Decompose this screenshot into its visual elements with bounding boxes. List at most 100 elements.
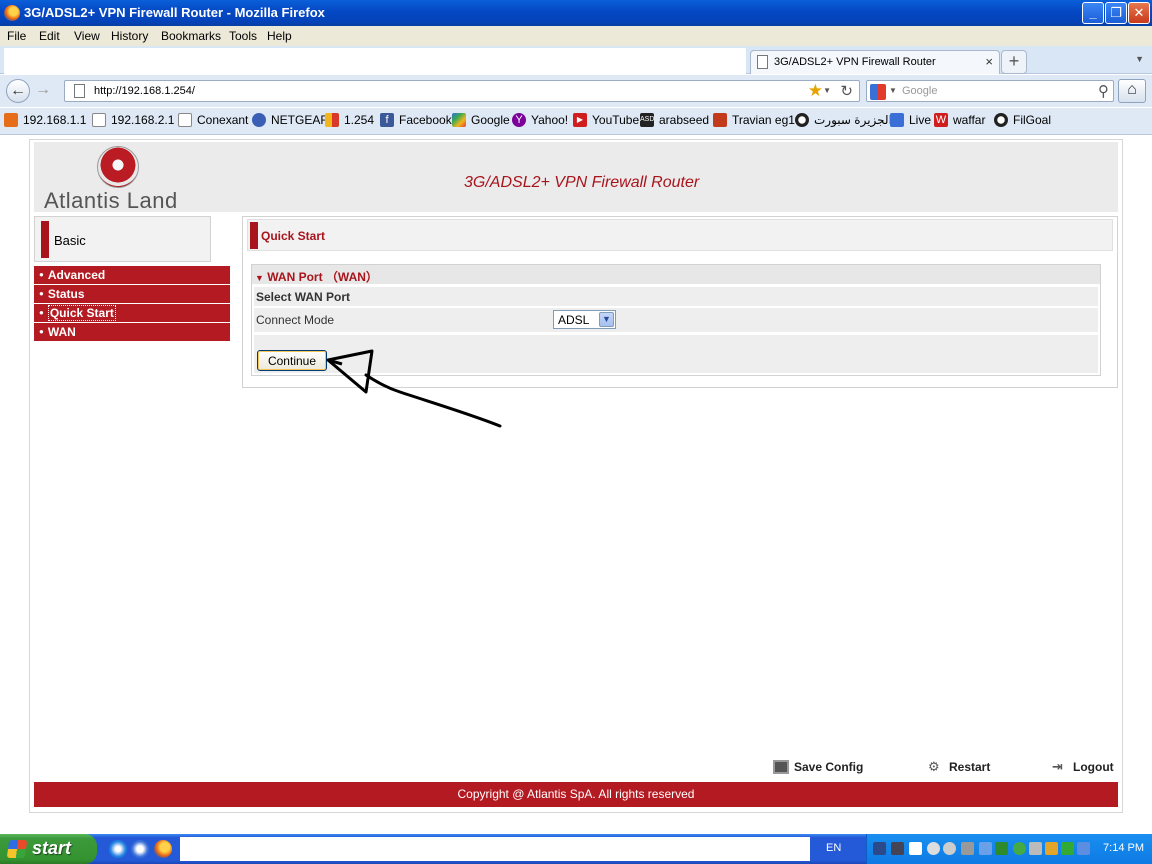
- back-button[interactable]: ←: [6, 79, 30, 103]
- menu-history[interactable]: History: [111, 29, 148, 43]
- sidebar-item-wan[interactable]: ● WAN: [34, 323, 230, 342]
- tray-app-icon[interactable]: [891, 842, 904, 855]
- netgear-icon: [252, 113, 266, 127]
- bookmark-conexant[interactable]: Conexant: [178, 113, 248, 127]
- bookmark-waffar[interactable]: Wwaffar: [934, 113, 985, 127]
- logout-icon: ⇥: [1052, 759, 1063, 774]
- minimize-button[interactable]: _: [1082, 2, 1104, 24]
- volume-icon[interactable]: [1029, 842, 1042, 855]
- tray-app-icon[interactable]: [961, 842, 974, 855]
- start-button[interactable]: start: [0, 834, 97, 864]
- bookmark-netgear[interactable]: NETGEAR: [252, 113, 329, 127]
- bookmark-facebook[interactable]: f Facebook: [380, 113, 452, 127]
- logout-button[interactable]: ⇥ Logout: [1052, 759, 1114, 775]
- close-button[interactable]: ✕: [1128, 2, 1150, 24]
- tray-network-icon[interactable]: [873, 842, 886, 855]
- url-text[interactable]: http://192.168.1.254/: [94, 85, 195, 97]
- collapse-triangle-icon[interactable]: ▼: [255, 273, 264, 283]
- bookmark-live[interactable]: Live: [890, 113, 931, 127]
- menu-edit[interactable]: Edit: [39, 29, 60, 43]
- menu-view[interactable]: View: [74, 29, 100, 43]
- copyright-footer: Copyright @ Atlantis SpA. All rights res…: [34, 782, 1118, 807]
- bookmark-filgoal[interactable]: FilGoal: [994, 113, 1051, 127]
- history-dropdown-icon[interactable]: ▼: [823, 86, 831, 95]
- restart-icon: ⚙: [928, 759, 940, 774]
- ball-icon: [994, 113, 1008, 127]
- google-icon: [452, 113, 466, 127]
- menu-bookmarks[interactable]: Bookmarks: [161, 29, 221, 43]
- select-wan-label: Select WAN Port: [256, 290, 351, 304]
- page-icon: [178, 113, 192, 127]
- bookmark-google[interactable]: Google: [452, 113, 510, 127]
- menu-file[interactable]: File: [7, 29, 26, 43]
- firefox-icon[interactable]: [154, 840, 172, 858]
- bookmark-youtube[interactable]: ▶ YouTube: [573, 113, 639, 127]
- bookmark-star-icon[interactable]: ★: [808, 81, 823, 101]
- sidebar-item-quick-start[interactable]: ● Quick Start: [34, 304, 230, 323]
- tray-app-icon[interactable]: [943, 842, 956, 855]
- colorblocks-icon: [325, 113, 339, 127]
- select-wan-row: Select WAN Port: [254, 287, 1098, 306]
- youtube-icon: ▶: [573, 113, 587, 127]
- tab-router[interactable]: 3G/ADSL2+ VPN Firewall Router ×: [750, 50, 1000, 74]
- taskbar: start EN 7:14 PM: [0, 834, 1152, 864]
- menu-bar: File Edit View History Bookmarks Tools H…: [0, 26, 1152, 46]
- tab-list-icon[interactable]: ▼: [1135, 54, 1144, 64]
- search-engine-dropdown-icon[interactable]: ▼: [889, 86, 897, 95]
- save-config-button[interactable]: Save Config: [773, 760, 863, 774]
- accent-bar: [250, 222, 258, 249]
- menu-help[interactable]: Help: [267, 29, 292, 43]
- menu-tools[interactable]: Tools: [229, 29, 257, 43]
- sidebar-item-advanced[interactable]: ● Advanced: [34, 266, 230, 285]
- url-bar[interactable]: http://192.168.1.254/ ★ ▼ ↻: [64, 80, 860, 102]
- messenger-icon[interactable]: [131, 840, 149, 858]
- tray-app-icon[interactable]: [1013, 842, 1026, 855]
- bookmark-aljazeera-sport[interactable]: الجزيرة سبورت: [795, 113, 892, 127]
- tray-app-icon[interactable]: [1045, 842, 1058, 855]
- tray-app-icon[interactable]: [1061, 842, 1074, 855]
- search-bar[interactable]: ▼ Google ⚲: [866, 80, 1114, 102]
- atlantis-logo-icon: [97, 146, 139, 188]
- wan-section-header[interactable]: ▼ WAN Port （WAN）: [252, 265, 1100, 284]
- floppy-disk-icon: [773, 760, 789, 774]
- search-icon[interactable]: ⚲: [1098, 82, 1109, 100]
- basic-mode-box[interactable]: Basic: [34, 216, 211, 262]
- bookmark-192-168-1-1[interactable]: 192.168.1.1: [4, 113, 86, 127]
- chevron-down-icon[interactable]: ▼: [599, 312, 614, 327]
- accent-bar: [41, 221, 49, 258]
- tab-close-icon[interactable]: ×: [985, 54, 993, 69]
- new-tab-button[interactable]: +: [1001, 50, 1027, 74]
- bookmark-arabseed[interactable]: ASD arabseed: [640, 113, 709, 127]
- router-title: 3G/ADSL2+ VPN Firewall Router: [464, 174, 700, 191]
- home-button[interactable]: ⌂: [1118, 79, 1146, 103]
- window-title: 3G/ADSL2+ VPN Firewall Router - Mozilla …: [24, 5, 325, 20]
- connect-mode-select[interactable]: ADSL ▼: [553, 310, 616, 329]
- page-icon: [757, 55, 768, 69]
- tray-app-icon[interactable]: [1077, 842, 1090, 855]
- quick-start-title: Quick Start: [261, 229, 326, 243]
- taskbar-button-area[interactable]: [180, 837, 810, 861]
- bookmark-yahoo[interactable]: Y Yahoo!: [512, 113, 568, 127]
- clock[interactable]: 7:14 PM: [1103, 842, 1144, 854]
- tray-app-icon[interactable]: [979, 842, 992, 855]
- facebook-icon: f: [380, 113, 394, 127]
- maximize-button[interactable]: ❐: [1105, 2, 1127, 24]
- page-icon: [74, 84, 85, 98]
- bookmark-travian[interactable]: Travian eg1: [713, 113, 795, 127]
- continue-button[interactable]: Continue: [257, 350, 327, 371]
- tray-app-icon[interactable]: [927, 842, 940, 855]
- search-placeholder[interactable]: Google: [902, 85, 937, 97]
- internet-explorer-icon[interactable]: [109, 840, 127, 858]
- language-indicator[interactable]: EN: [826, 842, 841, 854]
- bookmark-1-254[interactable]: 1.254: [325, 113, 374, 127]
- wan-section-title: WAN Port （WAN）: [267, 270, 378, 284]
- restart-button[interactable]: ⚙ Restart: [928, 759, 990, 775]
- sidebar-item-status[interactable]: ● Status: [34, 285, 230, 304]
- reload-icon[interactable]: ↻: [840, 82, 853, 100]
- forward-button[interactable]: →: [33, 79, 53, 103]
- bookmark-192-168-2-1[interactable]: 192.168.2.1: [92, 113, 174, 127]
- page-content: Atlantis Land 3G/ADSL2+ VPN Firewall Rou…: [0, 136, 1152, 833]
- tray-app-icon[interactable]: [995, 842, 1008, 855]
- google-icon[interactable]: [870, 84, 886, 100]
- tray-app-icon[interactable]: [909, 842, 922, 855]
